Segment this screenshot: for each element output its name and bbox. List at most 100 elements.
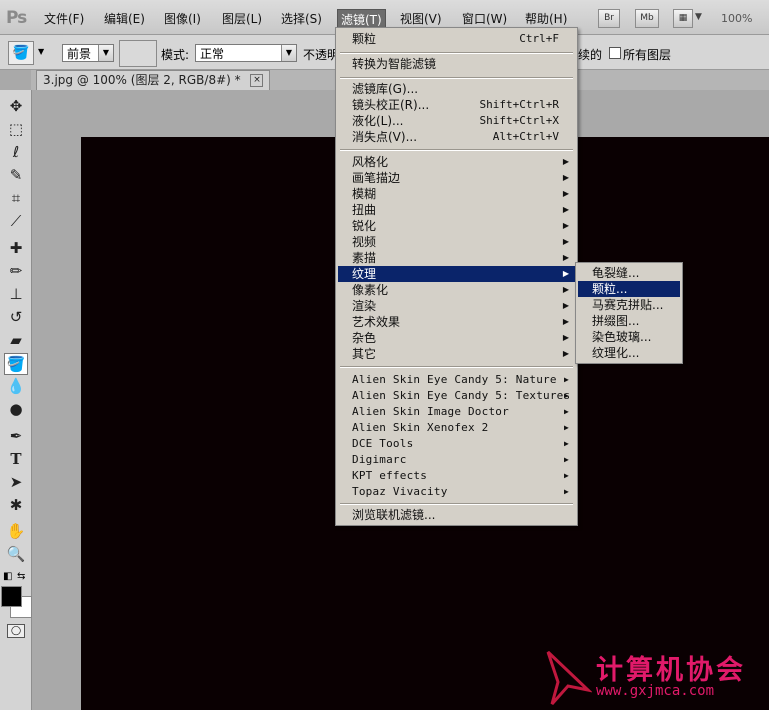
swap-colors-icon[interactable]: ⇆ (17, 571, 25, 582)
menu-select[interactable]: 选择(S) (281, 10, 322, 27)
brush-tool-icon[interactable]: ✏ (6, 261, 26, 281)
submenu-arrow-icon: ▶ (563, 455, 569, 464)
menu-item-blur[interactable]: 模糊 ▶ (338, 186, 575, 202)
watermark-title: 计算机协会 (596, 655, 746, 686)
clone-stamp-tool-icon[interactable]: ⊥ (6, 284, 26, 304)
hand-tool-icon[interactable]: ✋ (6, 521, 26, 541)
chevron-down-icon[interactable]: ▼ (695, 12, 702, 22)
submenu-arrow-icon: ▶ (563, 487, 569, 496)
menu-item-plugin-xenofex[interactable]: Alien Skin Xenofex 2 ▶ (338, 420, 575, 436)
type-tool-icon[interactable]: T (6, 449, 26, 469)
paint-bucket-tool-icon[interactable]: 🪣 (4, 353, 28, 375)
submenu-arrow-icon: ▶ (562, 301, 569, 310)
mini-bridge-button[interactable]: Mb (635, 9, 659, 28)
close-icon[interactable]: × (250, 74, 264, 87)
pattern-picker[interactable] (119, 40, 157, 67)
menu-item-sharpen[interactable]: 锐化 ▶ (338, 218, 575, 234)
menu-item-last-filter[interactable]: 颗粒 Ctrl+F (338, 31, 575, 47)
submenu-item-mosaic-tiles[interactable]: 马赛克拼贴... (578, 297, 680, 313)
mode-select[interactable]: 正常 ▼ (195, 44, 297, 62)
zoom-tool-icon[interactable]: 🔍 (6, 544, 26, 564)
menu-item-render[interactable]: 渲染 ▶ (338, 298, 575, 314)
menu-item-plugin-eye-candy-nature[interactable]: Alien Skin Eye Candy 5: Nature ▶ (338, 372, 575, 388)
submenu-item-stained-glass[interactable]: 染色玻璃... (578, 329, 680, 345)
submenu-item-craquelure[interactable]: 龟裂缝... (578, 265, 680, 281)
menu-item-filter-gallery[interactable]: 滤镜库(G)... (338, 81, 575, 97)
menu-item-browse-online[interactable]: 浏览联机滤镜... (338, 507, 575, 523)
submenu-arrow-icon: ▶ (562, 333, 569, 342)
submenu-arrow-icon: ▶ (563, 423, 569, 432)
menu-item-vanishing-point[interactable]: 消失点(V)... Alt+Ctrl+V (338, 129, 575, 145)
menu-item-video[interactable]: 视频 ▶ (338, 234, 575, 250)
menu-item-plugin-image-doctor[interactable]: Alien Skin Image Doctor ▶ (338, 404, 575, 420)
menu-item-plugin-topaz-vivacity[interactable]: Topaz Vivacity ▶ (338, 484, 575, 500)
chevron-down-icon: ▼ (98, 45, 113, 61)
all-layers-label: 所有图层 (623, 48, 672, 62)
all-layers-checkbox[interactable] (609, 47, 621, 59)
menu-item-plugin-kpt-effects[interactable]: KPT effects ▶ (338, 468, 575, 484)
document-tab[interactable]: 3.jpg @ 100% (图层 2, RGB/8#) * × (36, 70, 271, 90)
menu-layer[interactable]: 图层(L) (222, 10, 262, 27)
menu-edit[interactable]: 编辑(E) (104, 10, 145, 27)
menu-item-distort[interactable]: 扭曲 ▶ (338, 202, 575, 218)
menu-item-pixelate[interactable]: 像素化 ▶ (338, 282, 575, 298)
menu-view[interactable]: 视图(V) (400, 10, 442, 27)
menu-item-sketch[interactable]: 素描 ▶ (338, 250, 575, 266)
chevron-down-icon[interactable]: ▼ (38, 47, 44, 56)
submenu-arrow-icon: ▶ (563, 439, 569, 448)
menu-separator (340, 52, 573, 54)
opacity-label: 不透明 (303, 48, 340, 62)
bridge-button[interactable]: Br (598, 9, 620, 28)
submenu-arrow-icon: ▶ (562, 189, 569, 198)
move-tool-icon[interactable]: ✥ (6, 96, 26, 116)
submenu-item-grain[interactable]: 颗粒... (578, 281, 680, 297)
filter-menu: 颗粒 Ctrl+F 转换为智能滤镜 滤镜库(G)... 镜头校正(R)... Sh… (335, 27, 578, 526)
submenu-arrow-icon: ▶ (562, 205, 569, 214)
lasso-tool-icon[interactable]: ℓ (6, 142, 26, 162)
eyedropper-tool-icon[interactable]: ⟋ (6, 211, 26, 231)
grid-icon[interactable]: ▦ (673, 9, 693, 28)
chevron-down-icon: ▼ (281, 45, 296, 61)
menu-item-artistic[interactable]: 艺术效果 ▶ (338, 314, 575, 330)
menu-item-plugin-eye-candy-textures[interactable]: Alien Skin Eye Candy 5: Textures ▶ (338, 388, 575, 404)
submenu-arrow-icon: ▶ (562, 157, 569, 166)
submenu-arrow-icon: ▶ (562, 269, 569, 278)
fill-source-select[interactable]: 前景 ▼ (62, 44, 114, 62)
submenu-arrow-icon: ▶ (562, 253, 569, 262)
menu-item-plugin-digimarc[interactable]: Digimarc ▶ (338, 452, 575, 468)
blur-tool-icon[interactable]: 💧 (6, 376, 26, 396)
quick-select-tool-icon[interactable]: ✎ (6, 165, 26, 185)
submenu-arrow-icon: ▶ (563, 391, 569, 400)
menu-item-texture[interactable]: 纹理 ▶ (338, 266, 575, 282)
healing-brush-tool-icon[interactable]: ✚ (6, 238, 26, 258)
menu-separator (340, 503, 573, 505)
quick-mask-icon[interactable]: ◯ (7, 624, 25, 638)
paint-bucket-preset-icon[interactable]: 🪣 (8, 41, 34, 65)
history-brush-tool-icon[interactable]: ↺ (6, 307, 26, 327)
shape-tool-icon[interactable]: ✱ (6, 495, 26, 515)
default-colors-icon[interactable]: ◧ (3, 571, 12, 582)
menu-item-smart-filter[interactable]: 转换为智能滤镜 (338, 56, 575, 72)
menu-help[interactable]: 帮助(H) (525, 10, 567, 27)
menu-item-other[interactable]: 其它 ▶ (338, 346, 575, 362)
menu-item-liquify[interactable]: 液化(L)... Shift+Ctrl+X (338, 113, 575, 129)
menu-item-stylize[interactable]: 风格化 ▶ (338, 154, 575, 170)
menu-item-noise[interactable]: 杂色 ▶ (338, 330, 575, 346)
crop-tool-icon[interactable]: ⌗ (6, 188, 26, 208)
menu-item-lens-correction[interactable]: 镜头校正(R)... Shift+Ctrl+R (338, 97, 575, 113)
eraser-tool-icon[interactable]: ▰ (6, 330, 26, 350)
texture-submenu: 龟裂缝... 颗粒... 马赛克拼贴... 拼缀图... 染色玻璃... 纹理化… (575, 262, 683, 364)
menu-item-brush-strokes[interactable]: 画笔描边 ▶ (338, 170, 575, 186)
menu-file[interactable]: 文件(F) (44, 10, 84, 27)
menu-image[interactable]: 图像(I) (164, 10, 201, 27)
pen-tool-icon[interactable]: ✒ (6, 426, 26, 446)
submenu-item-texturizer[interactable]: 纹理化... (578, 345, 680, 361)
zoom-level[interactable]: 100% (721, 12, 752, 25)
menu-item-plugin-dce-tools[interactable]: DCE Tools ▶ (338, 436, 575, 452)
dodge-tool-icon[interactable]: ● (6, 399, 26, 419)
menu-window[interactable]: 窗口(W) (462, 10, 507, 27)
path-select-tool-icon[interactable]: ➤ (6, 472, 26, 492)
marquee-tool-icon[interactable]: ⬚ (6, 119, 26, 139)
foreground-color-swatch[interactable] (1, 586, 22, 607)
submenu-item-patchwork[interactable]: 拼缀图... (578, 313, 680, 329)
